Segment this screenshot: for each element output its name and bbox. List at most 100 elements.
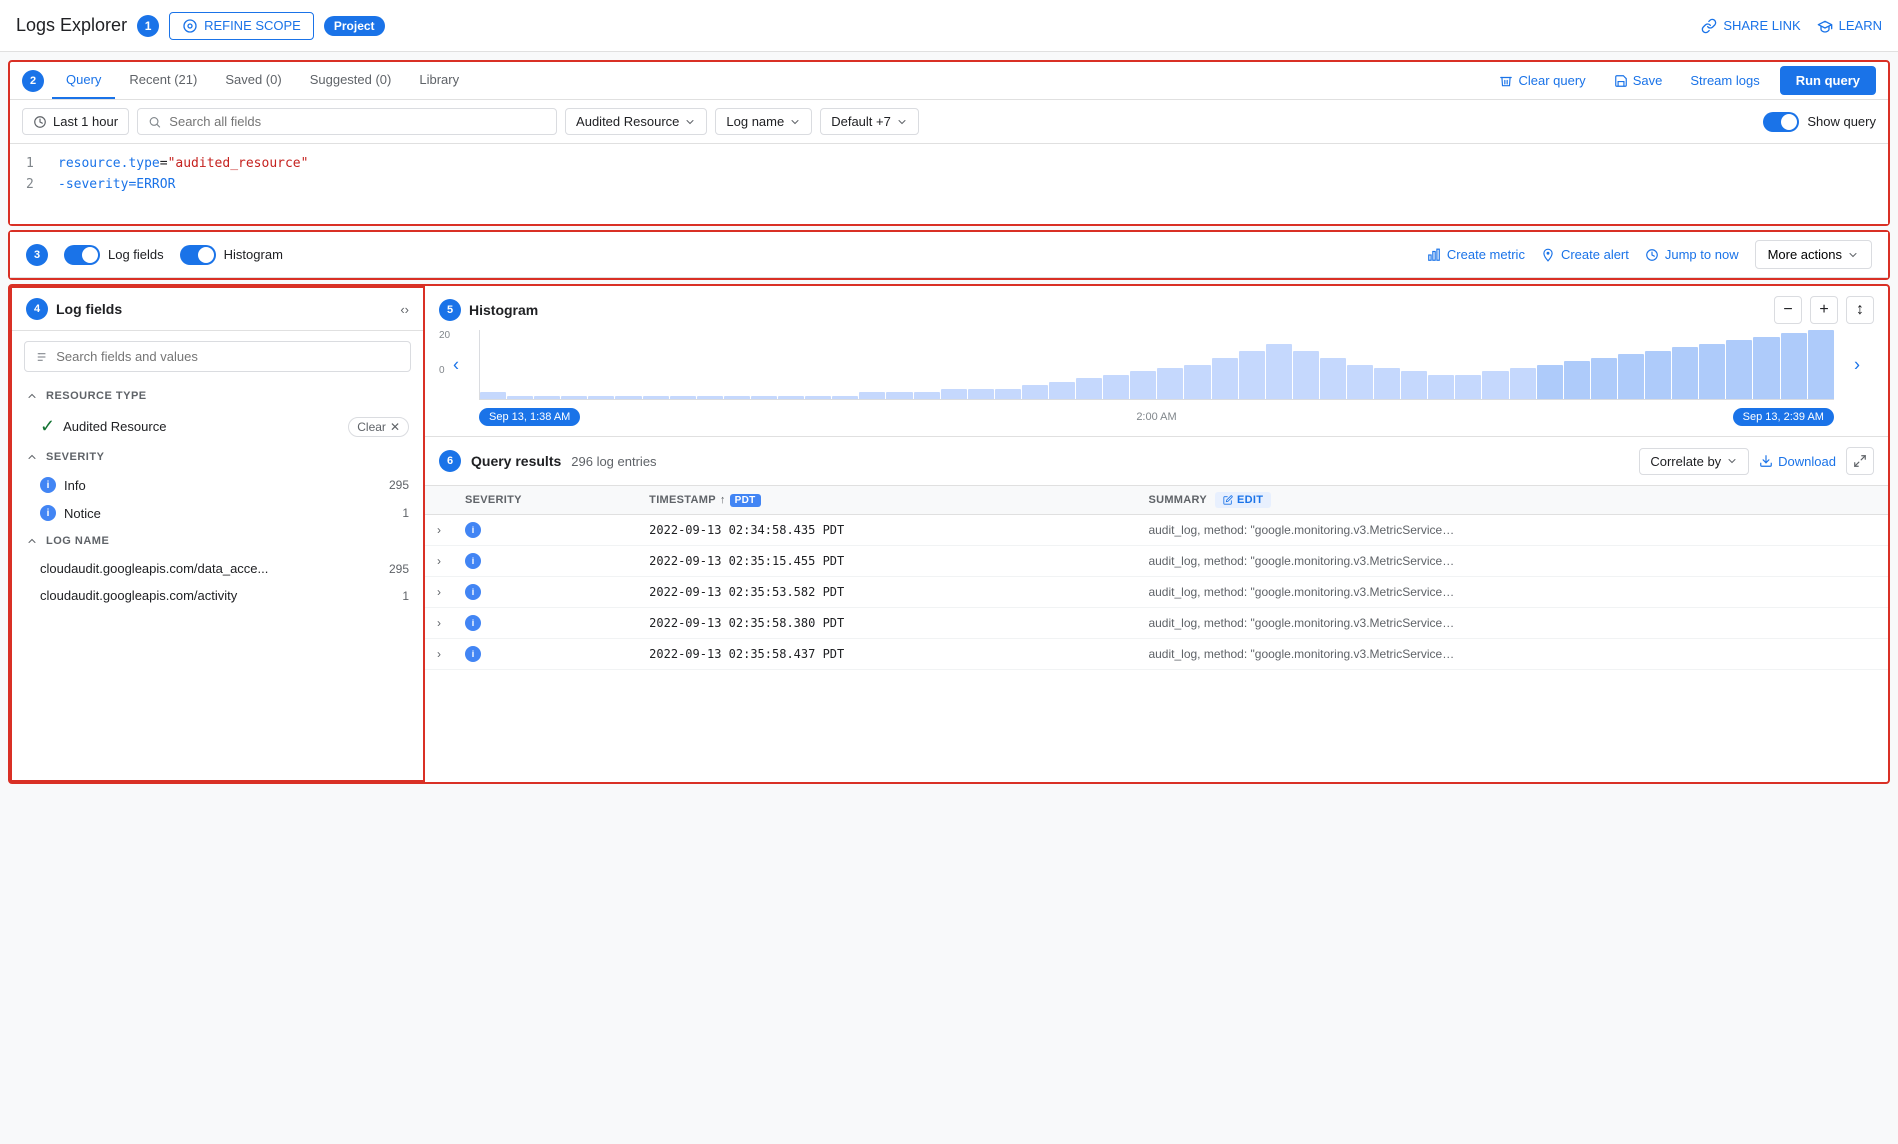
histogram-bar[interactable] [1645,351,1671,399]
learn-button[interactable]: LEARN [1817,18,1882,34]
notice-field-item[interactable]: i Notice 1 [12,499,423,527]
table-row[interactable]: › i 2022-09-13 02:35:58.380 PDT audit_lo… [425,608,1888,639]
save-button[interactable]: Save [1606,69,1671,92]
histogram-bar[interactable] [643,396,669,399]
th-timestamp[interactable]: TIMESTAMP ↑ PDT [637,486,1136,515]
histogram-bar[interactable] [1293,351,1319,399]
search-fields-input[interactable] [56,349,400,364]
histogram-bar[interactable] [832,396,858,399]
histogram-bar[interactable] [751,396,777,399]
histogram-bar[interactable] [1510,368,1536,399]
histogram-bar[interactable] [1401,371,1427,399]
table-row[interactable]: › i 2022-09-13 02:35:58.437 PDT audit_lo… [425,639,1888,670]
table-row[interactable]: › i 2022-09-13 02:34:58.435 PDT audit_lo… [425,515,1888,546]
histogram-bar[interactable] [1130,371,1156,399]
row-expand-1[interactable]: › [425,546,453,577]
histogram-bar[interactable] [534,396,560,399]
row-expand-2[interactable]: › [425,577,453,608]
row-expand-3[interactable]: › [425,608,453,639]
log-name-activity-item[interactable]: cloudaudit.googleapis.com/activity 1 [12,582,423,609]
histogram-bar[interactable] [1320,358,1346,399]
histogram-bar[interactable] [968,389,994,399]
row-expand-4[interactable]: › [425,639,453,670]
histogram-bar[interactable] [1618,354,1644,399]
histogram-bar[interactable] [1212,358,1238,399]
histogram-bar[interactable] [914,392,940,399]
show-query-toggle[interactable] [1763,112,1799,132]
histogram-bar[interactable] [1103,375,1129,399]
histogram-bar[interactable] [859,392,885,399]
histogram-bar[interactable] [1781,333,1807,399]
search-all-fields-input[interactable] [169,114,546,129]
histogram-bar[interactable] [1808,330,1834,399]
tab-query[interactable]: Query [52,62,115,99]
create-metric-button[interactable]: Create metric [1427,247,1525,262]
log-name-data-access-item[interactable]: cloudaudit.googleapis.com/data_acce... 2… [12,555,423,582]
tab-recent[interactable]: Recent (21) [115,62,211,99]
histogram-bar[interactable] [480,392,506,399]
fullscreen-button[interactable] [1846,447,1874,475]
clear-query-button[interactable]: Clear query [1491,69,1593,92]
histogram-bar[interactable] [995,389,1021,399]
histogram-bar[interactable] [615,396,641,399]
resource-type-section-header[interactable]: RESOURCE TYPE [12,382,423,410]
tab-suggested[interactable]: Suggested (0) [296,62,406,99]
histogram-bar[interactable] [886,392,912,399]
histogram-bar[interactable] [1482,371,1508,399]
histogram-bar[interactable] [588,396,614,399]
search-all-fields-box[interactable] [137,108,557,135]
histogram-bar[interactable] [941,389,967,399]
log-name-section-header[interactable]: LOG NAME [12,527,423,555]
stream-logs-button[interactable]: Stream logs [1682,69,1767,92]
histogram-bar[interactable] [1428,375,1454,399]
zoom-out-button[interactable]: − [1774,296,1802,324]
histogram-bar[interactable] [1374,368,1400,399]
histogram-toggle[interactable] [180,245,216,265]
histogram-bar[interactable] [1564,361,1590,399]
log-name-dropdown[interactable]: Log name [715,108,812,135]
histogram-bar[interactable] [507,396,533,399]
histogram-bar[interactable] [1347,365,1373,400]
table-row[interactable]: › i 2022-09-13 02:35:15.455 PDT audit_lo… [425,546,1888,577]
histogram-bar[interactable] [1266,344,1292,399]
panel-resize-icons[interactable]: ‹› [400,302,409,317]
severity-section-header[interactable]: SEVERITY [12,443,423,471]
histogram-bar[interactable] [697,396,723,399]
correlate-by-button[interactable]: Correlate by [1639,448,1749,475]
histogram-bar[interactable] [1537,365,1563,400]
clear-badge[interactable]: Clear ✕ [348,417,409,437]
share-link-button[interactable]: SHARE LINK [1701,18,1800,34]
histogram-bar[interactable] [1699,344,1725,399]
histogram-bar[interactable] [805,396,831,399]
histogram-bar[interactable] [1591,358,1617,399]
histogram-bar[interactable] [1157,368,1183,399]
histogram-bar[interactable] [1049,382,1075,399]
tab-library[interactable]: Library [405,62,473,99]
histogram-bar[interactable] [724,396,750,399]
table-row[interactable]: › i 2022-09-13 02:35:53.582 PDT audit_lo… [425,577,1888,608]
search-fields-box[interactable] [24,341,411,372]
query-editor[interactable]: 1 resource.type="audited_resource" 2 -se… [10,144,1888,224]
download-button[interactable]: Download [1759,454,1836,469]
info-field-item[interactable]: i Info 295 [12,471,423,499]
audited-resource-dropdown[interactable]: Audited Resource [565,108,707,135]
jump-to-now-button[interactable]: Jump to now [1645,247,1739,262]
histogram-bar[interactable] [1455,375,1481,399]
audited-resource-field-item[interactable]: ✓ Audited Resource Clear ✕ [12,410,423,443]
histogram-bar[interactable] [1076,378,1102,399]
tab-saved[interactable]: Saved (0) [211,62,295,99]
histogram-bar[interactable] [1753,337,1779,399]
histogram-nav-left[interactable]: ‹ [453,355,459,376]
histogram-bar[interactable] [561,396,587,399]
histogram-bar[interactable] [1239,351,1265,399]
create-alert-button[interactable]: Create alert [1541,247,1629,262]
row-expand-0[interactable]: › [425,515,453,546]
default-filter-dropdown[interactable]: Default +7 [820,108,919,135]
histogram-bar[interactable] [1184,365,1210,400]
run-query-button[interactable]: Run query [1780,66,1876,95]
histogram-bar[interactable] [670,396,696,399]
refine-scope-button[interactable]: REFINE SCOPE [169,12,314,40]
log-fields-toggle[interactable] [64,245,100,265]
histogram-bar[interactable] [1672,347,1698,399]
expand-button[interactable]: ↕ [1846,296,1874,324]
